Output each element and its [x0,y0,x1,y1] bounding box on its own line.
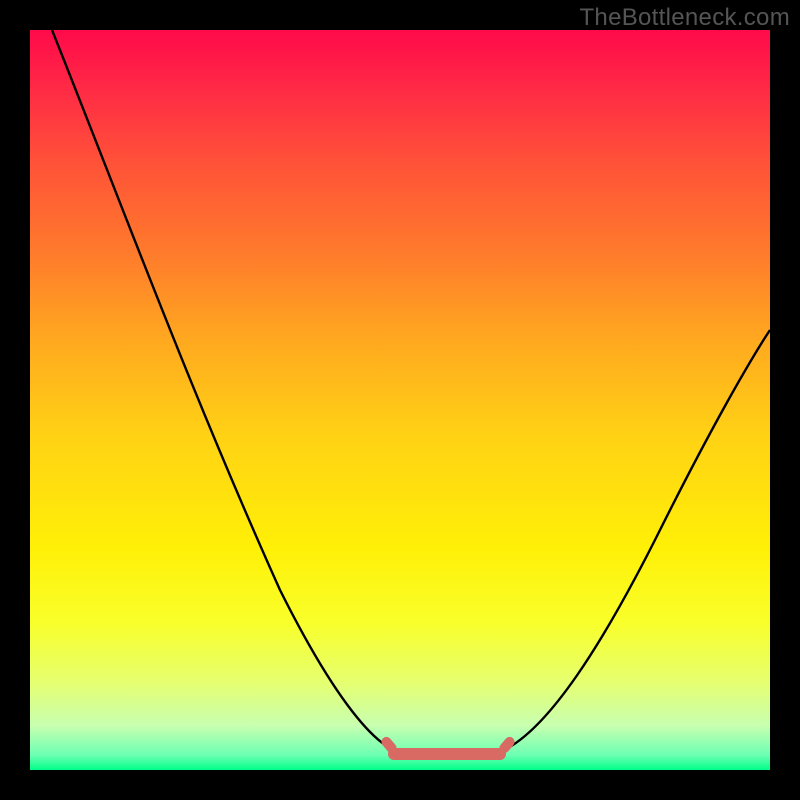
watermark-text: TheBottleneck.com [579,4,790,32]
bottleneck-curve-path [52,30,770,756]
valley-accent-band [388,748,506,760]
chart-frame [30,30,770,770]
curve-svg [30,30,770,770]
